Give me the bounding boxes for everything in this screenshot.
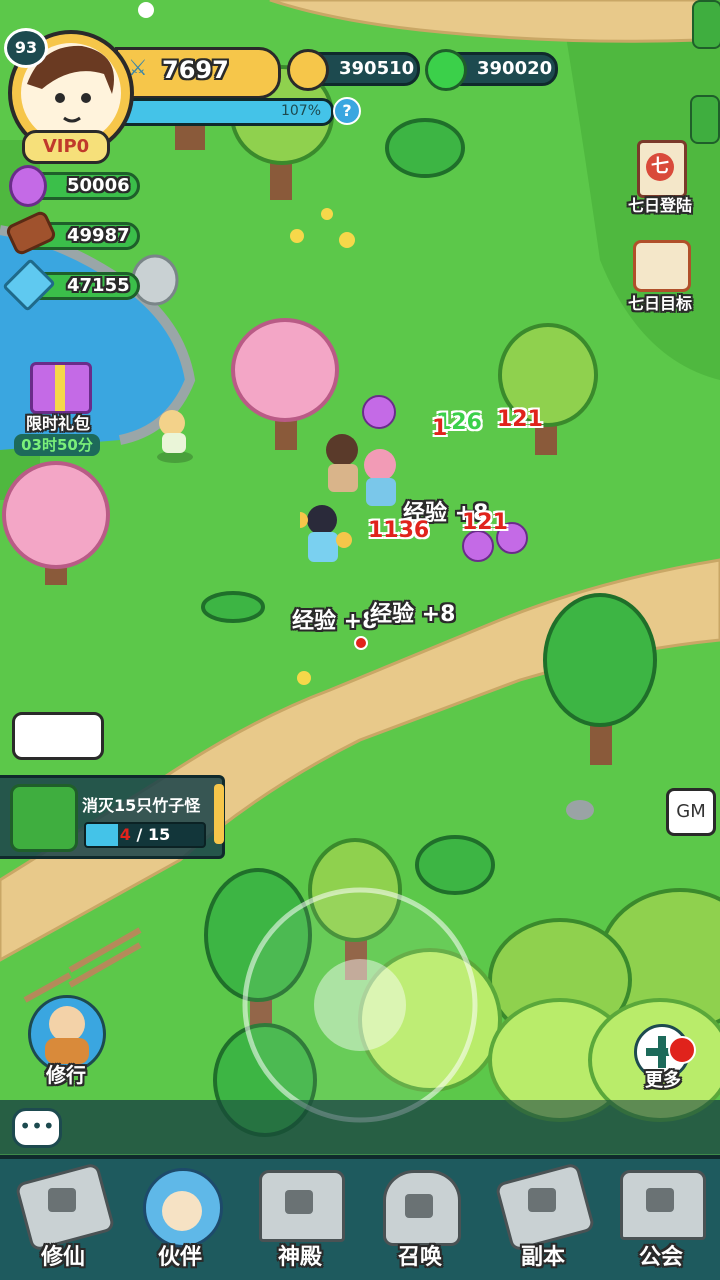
lock-icon	[405, 1194, 433, 1218]
nav-label: 修仙	[40, 1245, 85, 1270]
login-scroll-icon: 七	[637, 140, 687, 198]
nav-label: 副本	[520, 1245, 565, 1270]
level-badge: 93	[4, 28, 48, 68]
quest-collapse-handle[interactable]	[214, 784, 224, 844]
exp-bar: 107%	[112, 98, 334, 126]
blank-button[interactable]	[12, 712, 104, 760]
spirit-orb-drop[interactable]	[362, 395, 396, 429]
chat-bar[interactable]: •••	[0, 1100, 720, 1154]
gold-value: 390510	[339, 58, 415, 79]
lock-icon	[646, 1188, 674, 1212]
vip-badge[interactable]: VIP0	[22, 130, 110, 164]
seven-day-target-label: 七日目标	[627, 294, 692, 313]
exp-percent: 107%	[280, 103, 321, 119]
spirit-counter: 50006	[9, 165, 140, 207]
spirit-value: 50006	[67, 175, 130, 196]
quest-progress-text: 4 / 15	[119, 825, 171, 844]
seven-day-target-button[interactable]: 七日目标	[615, 236, 705, 316]
nav-temple[interactable]: 神殿	[245, 1160, 355, 1275]
nav-summon[interactable]: 召唤	[365, 1160, 475, 1275]
gold-coin-icon	[287, 49, 329, 91]
wood-value: 49987	[67, 225, 130, 246]
nav-dungeon[interactable]: 副本	[488, 1160, 598, 1275]
damage-number: 1136	[368, 518, 430, 543]
jade-dragon-icon	[425, 49, 467, 91]
help-icon[interactable]: ?	[333, 97, 361, 125]
bamboo-monster[interactable]	[690, 95, 720, 144]
game-scene[interactable]: 经验 +8 经验 +8 经验 +8 121 1136 121 126 1 ⚔ 7…	[0, 0, 720, 1280]
exp-gain-text: 经验 +8	[292, 609, 378, 634]
lock-icon	[528, 1188, 556, 1212]
gold-counter: 390510	[287, 49, 420, 91]
jade-counter: 390020	[425, 49, 558, 91]
target-scroll-icon	[633, 240, 691, 292]
lock-icon	[285, 1190, 313, 1214]
nav-guild[interactable]: 公会	[606, 1160, 716, 1275]
quest-progress-bar: 4 / 15	[84, 822, 206, 848]
seven-day-login-button[interactable]: 七 七日登陆	[615, 140, 705, 220]
gift-timer: 03时50分	[14, 434, 100, 456]
quest-tracker[interactable]: 消灭15只竹子怪 4 / 15	[0, 775, 225, 859]
power-value: 7697	[162, 56, 229, 84]
nav-label: 召唤	[397, 1245, 442, 1270]
spirit-flame-icon	[9, 165, 47, 207]
damage-number: 1	[432, 416, 448, 441]
target-marker	[354, 636, 368, 650]
chat-bubble-icon[interactable]: •••	[12, 1108, 62, 1148]
nav-label: 伙伴	[157, 1245, 202, 1270]
nav-partner[interactable]: 伙伴	[125, 1160, 235, 1275]
notification-dot	[668, 1036, 696, 1064]
quest-title: 消灭15只竹子怪	[82, 796, 201, 815]
seven-day-login-label: 七日登陆	[627, 196, 692, 215]
nav-label: 神殿	[277, 1245, 322, 1270]
gift-label: 限时礼包	[25, 414, 90, 433]
wood-counter: 49987	[4, 209, 140, 257]
jade-value: 390020	[477, 58, 553, 79]
npc-elf-character[interactable]	[150, 405, 200, 465]
crystal-counter: 47155	[2, 258, 140, 312]
nav-label: 公会	[638, 1245, 683, 1270]
more-label: 更多	[645, 1070, 681, 1091]
partner-portrait-icon	[143, 1168, 223, 1248]
limited-gift-button[interactable]: 限时礼包 03时50分	[10, 358, 106, 462]
more-button[interactable]: 更多	[628, 1024, 704, 1094]
cultivate-button[interactable]: 修行	[26, 995, 106, 1087]
nav-xiuxian[interactable]: 修仙	[8, 1160, 118, 1275]
power-bar: ⚔ 7697	[115, 47, 281, 99]
lock-icon	[48, 1188, 76, 1212]
damage-number: 121	[462, 510, 508, 535]
player-party[interactable]	[292, 408, 410, 570]
exp-gain-text: 经验 +8	[370, 602, 456, 627]
gm-button[interactable]: GM	[666, 788, 716, 836]
cultivate-label: 修行	[46, 1063, 86, 1087]
gift-box-icon	[30, 362, 92, 414]
crystal-value: 47155	[67, 275, 130, 296]
seven-badge: 七	[646, 153, 674, 181]
damage-number: 121	[497, 407, 543, 432]
bamboo-monster-icon	[10, 784, 78, 852]
bamboo-monster[interactable]	[692, 0, 720, 49]
